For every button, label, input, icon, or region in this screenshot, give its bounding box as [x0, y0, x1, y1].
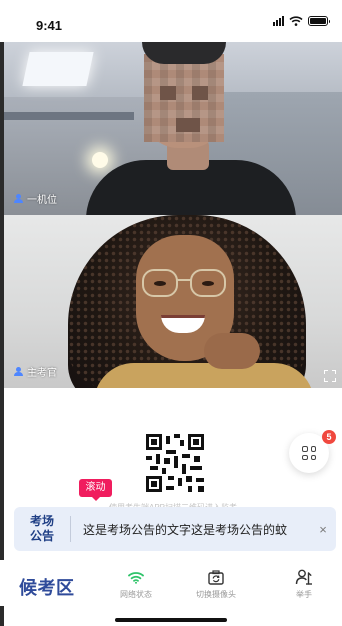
notice-text: 这是考场公告的文字这是考场公告的蚊	[83, 522, 288, 537]
camera-switch-icon	[208, 569, 224, 585]
notice-label-line1: 考场	[29, 514, 54, 528]
network-status-button[interactable]: 网络状态	[106, 568, 166, 600]
wifi-status-icon	[289, 16, 303, 26]
scroll-tag: 滚动	[79, 479, 112, 501]
examiner-label: 主考官	[14, 364, 57, 379]
status-icons	[273, 16, 330, 26]
exam-notice-bar[interactable]: 考场 公告 这是考场公告的文字这是考场公告的蚊 ×	[14, 507, 336, 551]
grid-icon	[302, 446, 316, 460]
raise-hand-label: 举手	[296, 590, 312, 599]
person-icon	[14, 194, 23, 203]
status-bar: 9:41	[0, 0, 342, 42]
close-icon[interactable]: ×	[310, 522, 336, 537]
status-time: 9:41	[36, 18, 63, 33]
raise-hand-icon	[295, 569, 312, 585]
camera-label-text: 一机位	[27, 195, 57, 206]
examiner-label-text: 主考官	[27, 368, 57, 379]
battery-icon	[308, 16, 330, 26]
video-panel-examiner[interactable]: 主考官	[4, 215, 342, 388]
switch-camera-label: 切换摄像头	[196, 590, 236, 599]
network-status-label: 网络状态	[120, 590, 152, 599]
fullscreen-icon[interactable]	[324, 370, 336, 382]
home-indicator	[115, 618, 227, 622]
blurred-face	[144, 54, 224, 142]
wifi-icon	[128, 571, 144, 584]
bottom-toolbar: 候考区 网络状态 切换摄像头 举手	[0, 560, 342, 606]
waiting-area-title: 候考区	[19, 578, 75, 598]
raise-hand-button[interactable]: 举手	[274, 568, 334, 600]
cellular-signal-icon	[273, 16, 284, 26]
notice-label-line2: 公告	[29, 529, 54, 543]
video-panel-camera-1[interactable]: 一机位	[4, 42, 342, 215]
camera-label: 一机位	[14, 191, 57, 206]
switch-camera-button[interactable]: 切换摄像头	[186, 568, 246, 600]
notice-label: 考场 公告	[14, 514, 70, 544]
person-icon	[14, 367, 23, 376]
notification-badge: 5	[322, 430, 336, 444]
qr-code	[146, 434, 204, 492]
